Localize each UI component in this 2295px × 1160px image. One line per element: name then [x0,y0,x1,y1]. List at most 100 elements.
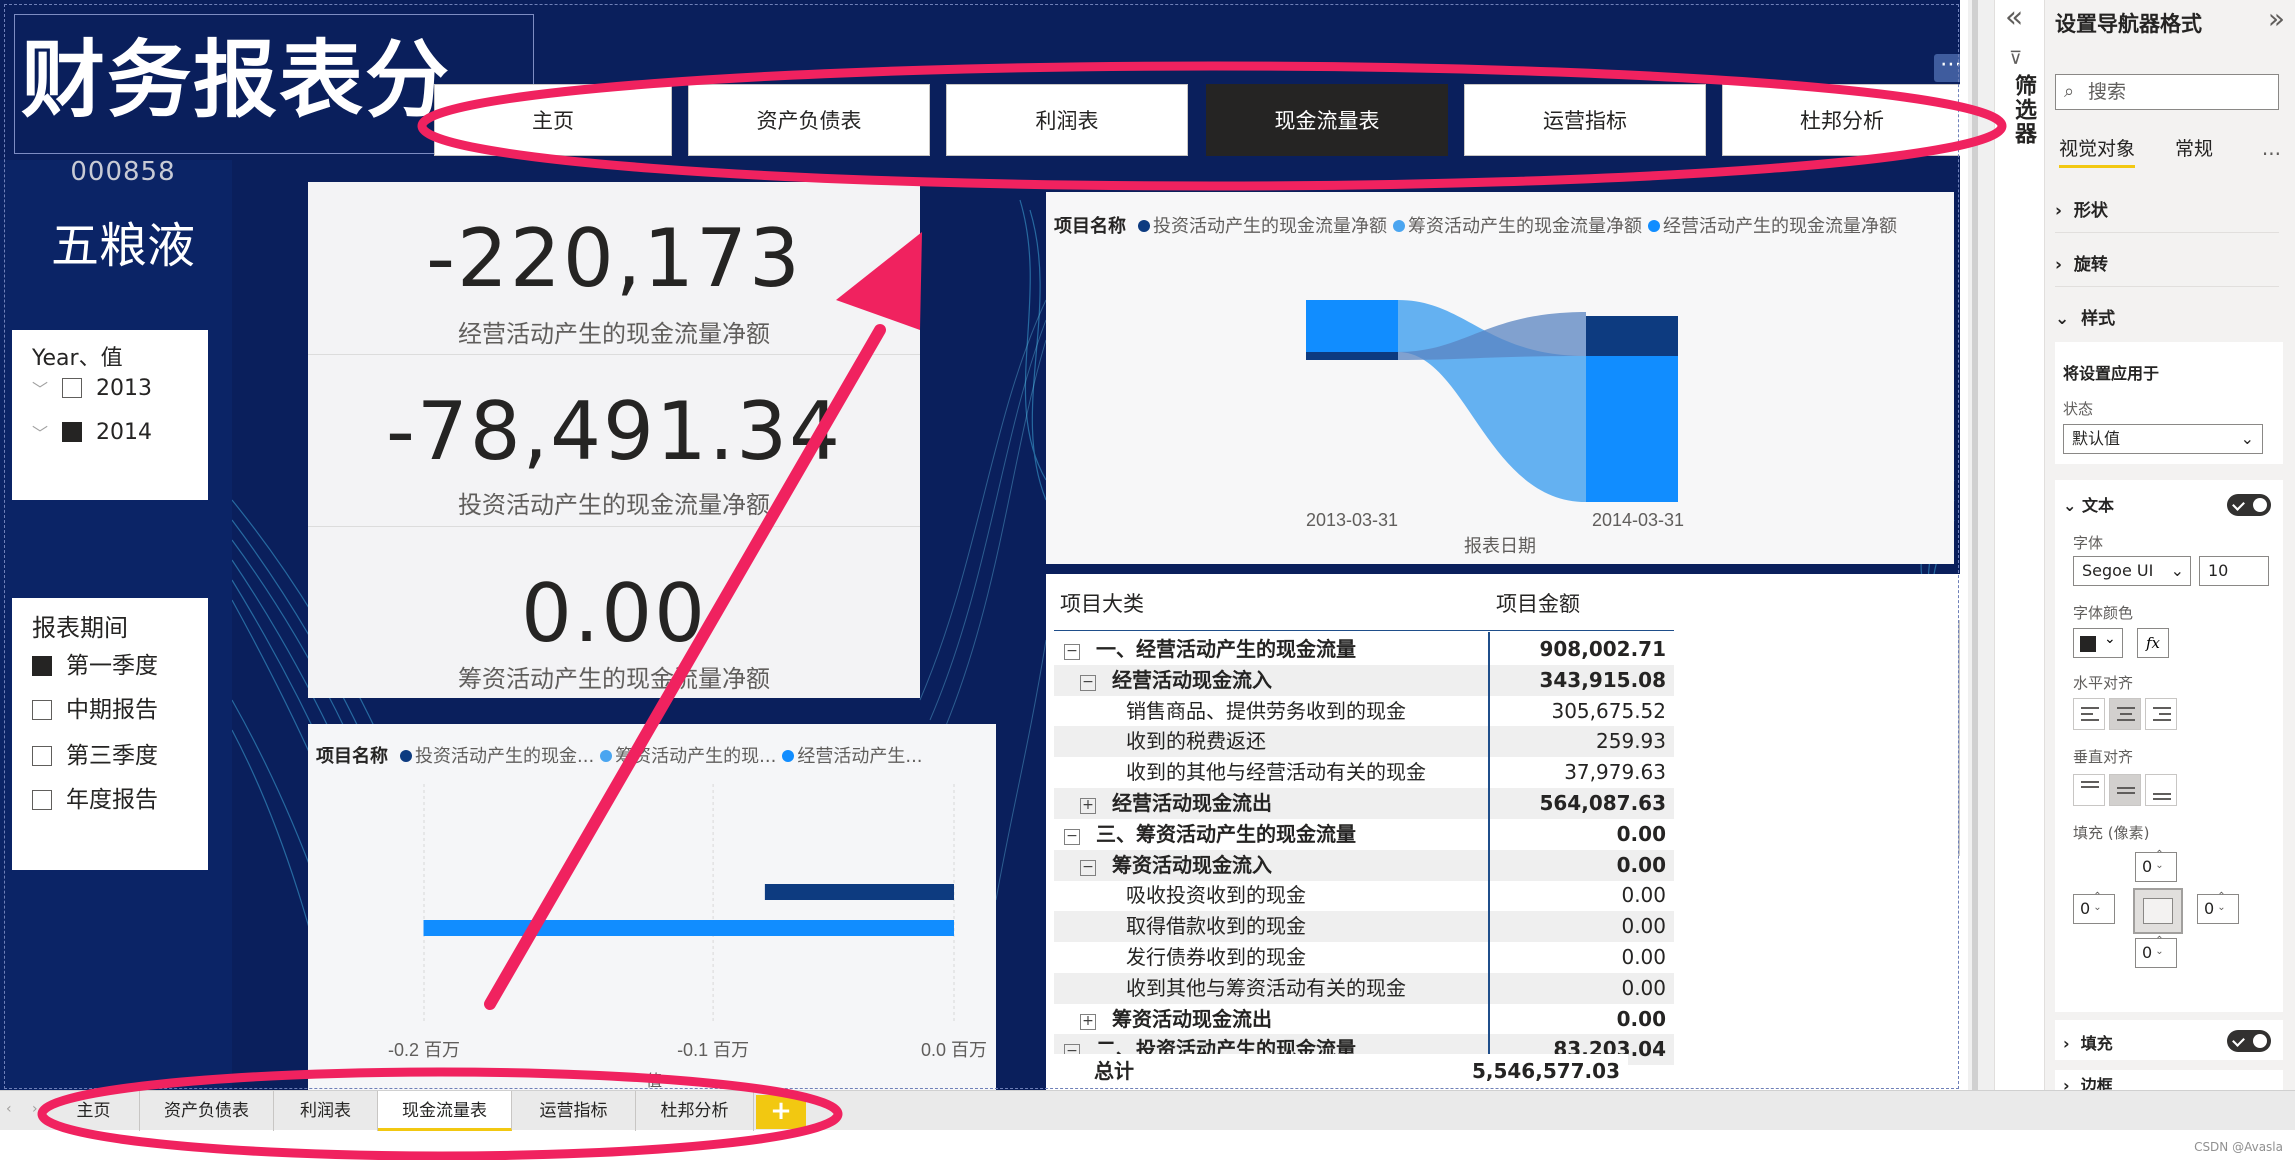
matrix-row-name: 收到的税费返还 [1126,729,1266,754]
year-option-label: 2013 [96,376,152,401]
matrix-header-divider [1054,630,1674,631]
add-page-button[interactable]: + [756,1095,806,1129]
expand-icon[interactable]: + [1080,798,1096,814]
period-option-q3[interactable]: 第三季度 [32,738,158,774]
section-rotation[interactable]: › 旋转 [2055,250,2108,275]
expand-icon[interactable]: + [1080,1013,1096,1030]
padding-bottom-stepper[interactable]: 0 [2135,935,2177,968]
checkbox-icon[interactable] [62,422,82,442]
x-tick-label: 2014-03-31 [1592,510,1684,530]
color-swatch [2080,636,2096,652]
matrix-row[interactable]: − 一、经营活动产生的现金流量 908,002.71 [1054,634,1674,665]
fill-section-header[interactable]: › 填充 [2063,1030,2113,1054]
tab-general[interactable]: 常规 [2175,134,2213,161]
fill-toggle[interactable] [2227,1030,2271,1052]
matrix-row-label: + 经营活动现金流出 [1080,788,1272,819]
tab-visual[interactable]: 视觉对象 [2059,134,2136,168]
border-section-header[interactable]: › 边框 [2063,1072,2113,1090]
checkbox-icon[interactable] [62,378,82,398]
ribbon-2014-operating [1586,356,1678,502]
border-settings-card[interactable]: › 边框 [2055,1070,2283,1090]
matrix-row[interactable]: − 三、筹资活动产生的现金流量 0.00 [1054,819,1674,850]
period-option-annual[interactable]: 年度报告 [32,782,158,818]
collapse-icon[interactable]: − [1080,859,1096,876]
chevron-down-icon[interactable]: ﹀ [32,419,62,449]
canvas-scrollbar[interactable] [1972,0,1978,1090]
matrix-scrollbar[interactable] [1958,620,1960,856]
filter-pane-collapsed[interactable]: « ⊽ 筛选器 [1994,0,2044,1090]
bar-0 [764,884,954,900]
nav-button-cashflow[interactable]: 现金流量表 [1206,84,1448,156]
page-tab-operations[interactable]: 运营指标 [512,1091,636,1131]
align-right-icon[interactable] [2145,698,2177,730]
year-slicer-header: Year、值 [32,346,123,371]
chevron-down-icon: ⌄ [2170,561,2184,580]
page-tab-cashflow[interactable]: 现金流量表 [378,1091,512,1131]
more-options-icon[interactable]: ... [2262,136,2281,160]
checkbox-icon[interactable] [32,746,52,766]
period-option-label: 第三季度 [66,743,158,769]
font-size-value: 10 [2208,561,2229,580]
year-option-2013[interactable]: ﹀ 2013 [32,374,152,404]
section-label: 旋转 [2073,255,2108,275]
chevron-down-icon[interactable]: ﹀ [32,375,62,405]
checkbox-icon[interactable] [32,700,52,720]
fx-button[interactable]: fx [2137,628,2169,658]
fill-settings-card[interactable]: › 填充 [2055,1020,2283,1060]
matrix-row-label: − 筹资活动现金流入 [1080,850,1272,881]
kpi-value: -78,491.34 [385,385,842,478]
matrix-row: 收到的其他与经营活动有关的现金 37,979.63 [1054,757,1674,788]
nav-button-balance-sheet[interactable]: 资产负债表 [688,84,930,156]
font-color-label: 字体颜色 [2073,604,2134,622]
padding-top-stepper[interactable]: 0 [2135,849,2177,882]
matrix-row-label: 收到其他与筹资活动有关的现金 [1126,973,1406,1004]
checkbox-icon[interactable] [32,656,52,676]
matrix-row[interactable]: + 经营活动现金流出 564,087.63 [1054,788,1674,819]
section-shape[interactable]: › 形状 [2055,196,2108,221]
nav-button-income[interactable]: 利润表 [946,84,1188,156]
align-middle-icon[interactable] [2109,774,2141,806]
year-option-2014[interactable]: ﹀ 2014 [32,418,152,448]
chevron-down-icon: ⌄ [2104,631,2116,647]
format-pane-title: 设置导航器格式 [2055,12,2202,36]
nav-button-dupont[interactable]: 杜邦分析 [1722,84,1960,156]
state-dropdown[interactable]: 默认值 ⌄ [2063,424,2263,454]
matrix-row[interactable]: − 筹资活动现金流入 0.00 [1054,849,1674,881]
expand-icon[interactable]: « [2005,0,2023,35]
nav-button-home[interactable]: 主页 [434,84,672,156]
align-left-icon[interactable] [2073,698,2105,730]
font-family-dropdown[interactable]: Segoe UI ⌄ [2073,556,2191,586]
padding-right-stepper[interactable]: 0 [2197,891,2239,924]
text-section-header[interactable]: ⌄ 文本 [2063,492,2114,516]
apply-settings-card: 将设置应用于 状态 默认值 ⌄ [2055,342,2283,464]
page-tab-balance-sheet[interactable]: 资产负债表 [140,1091,274,1131]
align-center-icon[interactable] [2109,698,2141,730]
page-tab-dupont[interactable]: 杜邦分析 [636,1091,754,1131]
period-option-interim[interactable]: 中期报告 [32,692,158,728]
collapse-pane-icon[interactable]: » [2268,2,2285,35]
page-tab-income[interactable]: 利润表 [274,1091,378,1131]
text-toggle[interactable] [2227,494,2271,516]
checkbox-icon[interactable] [32,790,52,810]
x-axis-label: 值 [646,1072,662,1090]
section-style[interactable]: ⌄ 样式 [2055,304,2115,329]
kpi-label: 经营活动产生的现金流量净额 [458,320,770,348]
page-tab-home[interactable]: 主页 [48,1091,140,1131]
font-size-stepper[interactable]: 10 [2199,556,2269,586]
page-nav-arrows-icon[interactable]: ‹ › [6,1101,46,1117]
period-option-q1[interactable]: 第一季度 [32,648,158,684]
matrix-row-name: 经营活动现金流入 [1112,667,1272,692]
more-options-button[interactable]: ⋯ [1934,54,1960,82]
collapse-icon[interactable]: − [1064,644,1080,660]
collapse-icon[interactable]: − [1080,674,1096,691]
stock-code: 000858 [70,157,176,187]
collapse-icon[interactable]: − [1064,828,1080,845]
format-search-input[interactable]: ⌕ 搜索 [2055,74,2279,110]
nav-button-operations[interactable]: 运营指标 [1464,84,1706,156]
matrix-row[interactable]: + 筹资活动现金流出 0.00 [1054,1004,1674,1035]
align-bottom-icon[interactable] [2145,774,2177,806]
padding-left-stepper[interactable]: 0 [2073,891,2115,924]
align-top-icon[interactable] [2073,774,2105,806]
font-color-picker[interactable]: ⌄ [2073,628,2123,658]
matrix-row[interactable]: − 经营活动现金流入 343,915.08 [1054,664,1674,696]
